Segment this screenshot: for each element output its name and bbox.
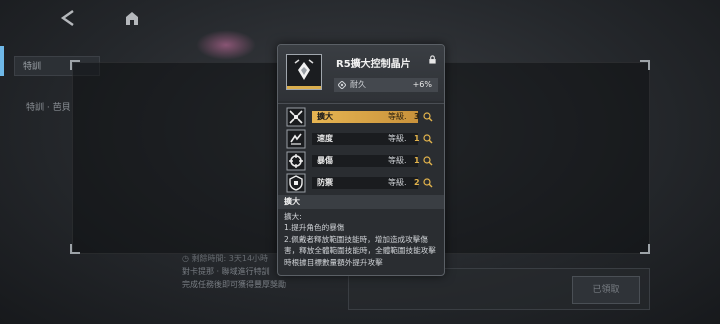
stat-name: 防禦 [317, 178, 333, 187]
item-name: R5擴大控制晶片 [336, 59, 411, 70]
description-header: 擴大 [278, 195, 444, 209]
back-icon[interactable] [54, 8, 82, 34]
time-label: 剩餘時間: [191, 254, 227, 263]
description-line-2: 2.佩戴者釋放範圍技能時，增加造成攻擊傷害，釋放全體範圍技能時，全體範圍技能攻擊… [284, 234, 436, 267]
hint-line-1: 對卡提那 · 聯域進行特訓 [182, 267, 270, 276]
lock-icon[interactable] [428, 55, 437, 64]
stat-row-defense[interactable]: 防禦 等級. 2 [284, 173, 438, 193]
panel-corner [70, 60, 80, 70]
stat-name: 暴傷 [317, 156, 333, 165]
panel-corner [640, 60, 650, 70]
tooltip-header: R5擴大控制晶片 耐久 +6% [278, 45, 444, 101]
home-icon[interactable] [118, 8, 146, 34]
stat-bar: 速度 等級. 1 [312, 133, 420, 145]
stat-level-label: 等級. [388, 112, 407, 121]
description: 擴大: 1.提升角色的暴傷 2.佩戴者釋放範圍技能時，增加造成攻擊傷害，釋放全體… [284, 211, 440, 268]
stat-row-speed[interactable]: 速度 等級. 1 [284, 129, 438, 149]
magnify-icon[interactable] [423, 134, 433, 144]
durability-bar: 耐久 +6% [334, 78, 438, 92]
top-bar [0, 0, 720, 44]
side-indicator [0, 46, 4, 76]
stat-bar: 擴大 等級. 3 [312, 111, 420, 123]
stat-level: 1 [414, 134, 420, 143]
speed-icon [286, 129, 306, 149]
time-value: 3天14小時 [228, 254, 269, 263]
stat-level: 3 [414, 112, 420, 121]
stat-name: 速度 [317, 134, 333, 143]
stat-level: 1 [414, 156, 420, 165]
durability-label: 耐久 [350, 80, 366, 89]
event-info: ◷ 剩餘時間: 3天14小時 對卡提那 · 聯域進行特訓 完成任務後即可獲得豐厚… [182, 252, 286, 291]
item-tooltip: R5擴大控制晶片 耐久 +6% 擴大 等級. 3 速度 等級. 1 暴傷 等級.… [277, 44, 445, 276]
sub-label: 特訓 · 芭貝 [26, 103, 71, 113]
stat-level-label: 等級. [388, 134, 407, 143]
stat-bar: 暴傷 等級. 1 [312, 155, 420, 167]
character-decoration [196, 30, 256, 60]
defense-icon [286, 173, 306, 193]
durability-icon [338, 81, 346, 89]
durability-value: +6% [412, 80, 432, 89]
magnify-icon[interactable] [423, 112, 433, 122]
divider [278, 103, 444, 104]
magnify-icon[interactable] [423, 156, 433, 166]
panel-corner [640, 244, 650, 254]
chip-icon [286, 54, 322, 90]
stat-level: 2 [414, 178, 420, 187]
stat-level-label: 等級. [388, 178, 407, 187]
stat-bar: 防禦 等級. 2 [312, 177, 420, 189]
magnify-icon[interactable] [423, 178, 433, 188]
panel-corner [70, 244, 80, 254]
claim-button[interactable]: 已領取 [572, 276, 640, 304]
stat-row-crit-damage[interactable]: 暴傷 等級. 1 [284, 151, 438, 171]
crit-damage-icon [286, 151, 306, 171]
clock-icon: ◷ [182, 254, 192, 263]
expand-icon [286, 107, 306, 127]
stat-row-expand[interactable]: 擴大 等級. 3 [284, 107, 438, 127]
stat-name: 擴大 [317, 112, 333, 121]
stat-level-label: 等級. [388, 156, 407, 165]
description-title: 擴大: [284, 212, 302, 221]
description-line-1: 1.提升角色的暴傷 [284, 223, 345, 233]
hint-line-2: 完成任務後即可獲得豐厚獎勵 [182, 280, 286, 289]
